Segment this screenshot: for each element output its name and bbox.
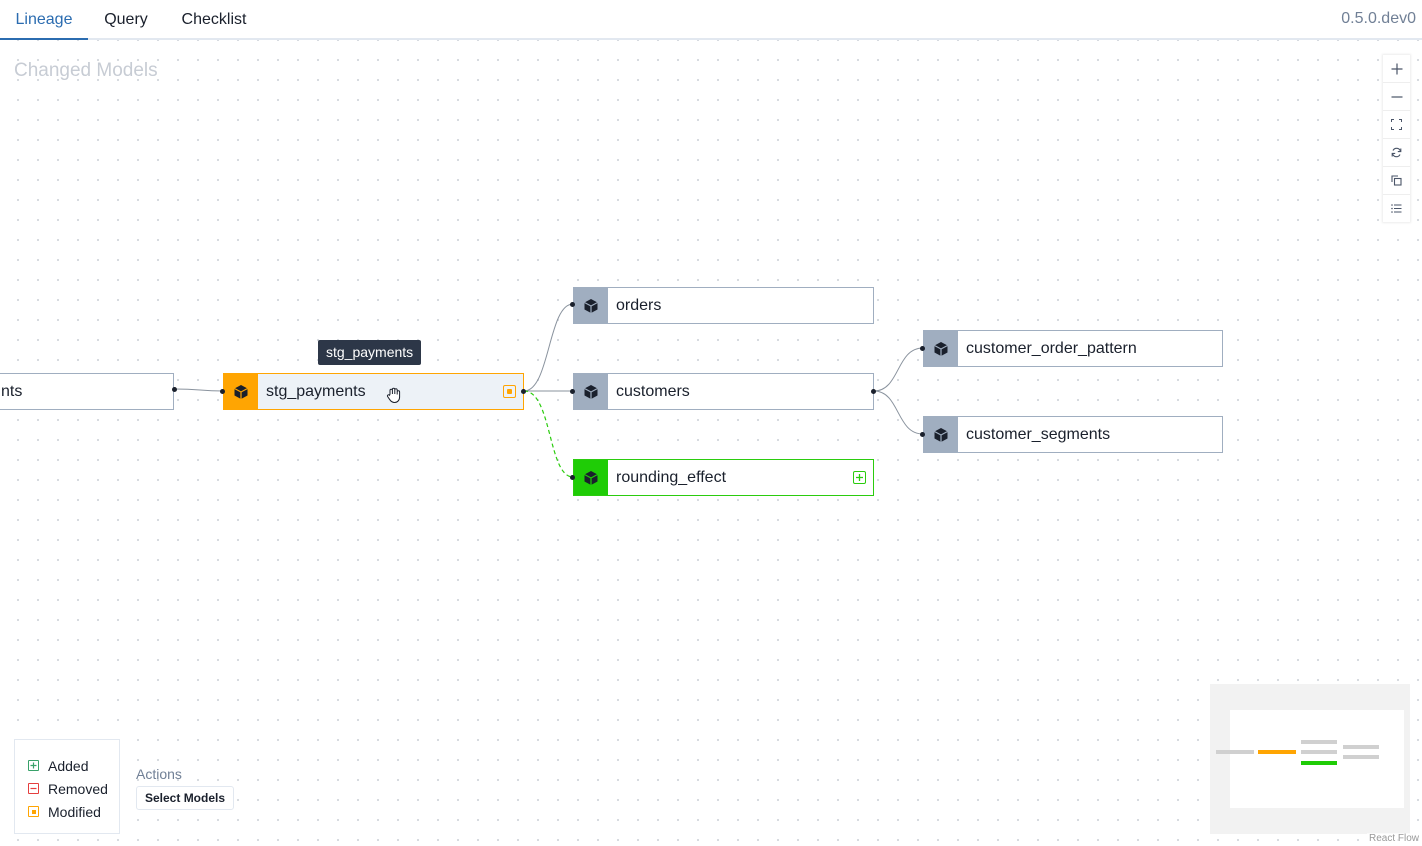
change-legend: Added Removed Modified — [14, 739, 120, 834]
edge-customers-customer-segments — [873, 390, 924, 435]
target-handle[interactable] — [570, 389, 575, 394]
legend-added: Added — [15, 754, 119, 777]
edge-upstream-stg-payments — [174, 388, 224, 392]
list-icon — [1391, 204, 1402, 213]
node-upstream[interactable]: nts — [0, 373, 174, 410]
legend-label: Modified — [48, 803, 101, 820]
added-status-icon — [853, 471, 866, 484]
node-label: customer_segments — [966, 426, 1111, 443]
source-handle[interactable] — [172, 387, 177, 392]
edge-customers-customer-order-pattern — [873, 347, 924, 392]
target-handle[interactable] — [570, 475, 575, 480]
source-handle[interactable] — [871, 389, 876, 394]
react-flow-attribution[interactable]: React Flow — [1366, 833, 1421, 844]
hand-cursor-icon — [384, 385, 404, 410]
node-label: nts — [1, 383, 23, 400]
zoom-out-icon — [1391, 95, 1402, 98]
source-handle[interactable] — [521, 389, 526, 394]
minimap-node — [1216, 750, 1254, 754]
model-cube-icon — [924, 417, 958, 452]
node-label: customers — [616, 383, 690, 400]
minimap-node — [1343, 755, 1379, 759]
edge-stg-payments-rounding-effect — [523, 390, 574, 478]
legend-label: Removed — [48, 780, 108, 797]
added-icon — [28, 760, 39, 771]
minimap-node — [1258, 750, 1296, 754]
node-stg-payments[interactable]: stg_payments — [223, 373, 524, 410]
tab-lineage[interactable]: Lineage — [0, 0, 88, 40]
removed-icon — [28, 783, 39, 794]
flow-controls — [1383, 55, 1410, 222]
node-rounding-effect[interactable]: rounding_effect — [573, 459, 874, 496]
edge-stg-payments-orders — [523, 303, 574, 392]
minimap-viewport — [1230, 710, 1404, 808]
modified-status-icon — [503, 385, 516, 398]
actions-label: Actions — [136, 766, 182, 782]
node-customer-segments[interactable]: customer_segments — [923, 416, 1223, 453]
node-label: customer_order_pattern — [966, 340, 1137, 357]
target-handle[interactable] — [920, 432, 925, 437]
refresh-button[interactable] — [1383, 139, 1410, 167]
node-label: rounding_effect — [616, 469, 727, 486]
tab-query[interactable]: Query — [94, 0, 158, 40]
copy-icon — [1391, 175, 1402, 186]
legend-modified: Modified — [15, 800, 119, 823]
legend-removed: Removed — [15, 777, 119, 800]
target-handle[interactable] — [220, 389, 225, 394]
node-label: stg_payments — [266, 383, 366, 400]
node-tooltip: stg_payments — [318, 340, 422, 365]
node-customers[interactable]: customers — [573, 373, 874, 410]
target-handle[interactable] — [570, 302, 575, 307]
model-cube-icon — [924, 331, 958, 366]
minimap[interactable] — [1210, 684, 1410, 834]
node-label: orders — [616, 297, 662, 314]
minimap-node — [1301, 750, 1337, 754]
select-models-button[interactable]: Select Models — [136, 786, 235, 810]
zoom-in-icon — [1391, 63, 1402, 74]
fit-view-icon — [1391, 119, 1402, 130]
refresh-icon — [1391, 147, 1402, 158]
legend-label: Added — [48, 757, 89, 774]
copy-button[interactable] — [1383, 167, 1410, 195]
model-cube-icon — [224, 374, 258, 409]
model-cube-icon — [574, 460, 608, 495]
tab-checklist[interactable]: Checklist — [170, 0, 258, 40]
zoom-out-button[interactable] — [1383, 83, 1410, 111]
version-label: 0.5.0.dev0 — [1341, 10, 1416, 27]
target-handle[interactable] — [920, 346, 925, 351]
node-customer-order-pattern[interactable]: customer_order_pattern — [923, 330, 1223, 367]
lineage-canvas[interactable]: Changed Models nts stg_payments orders c… — [0, 40, 1422, 846]
top-tab-bar: Lineage Query Checklist 0.5.0.dev0 — [0, 0, 1422, 40]
minimap-node — [1301, 740, 1337, 744]
fit-view-button[interactable] — [1383, 111, 1410, 139]
minimap-node — [1301, 761, 1337, 765]
model-cube-icon — [574, 374, 608, 409]
node-orders[interactable]: orders — [573, 287, 874, 324]
model-cube-icon — [574, 288, 608, 323]
zoom-in-button[interactable] — [1383, 55, 1410, 83]
modified-icon — [28, 806, 39, 817]
list-button[interactable] — [1383, 195, 1410, 222]
minimap-node — [1343, 745, 1379, 749]
